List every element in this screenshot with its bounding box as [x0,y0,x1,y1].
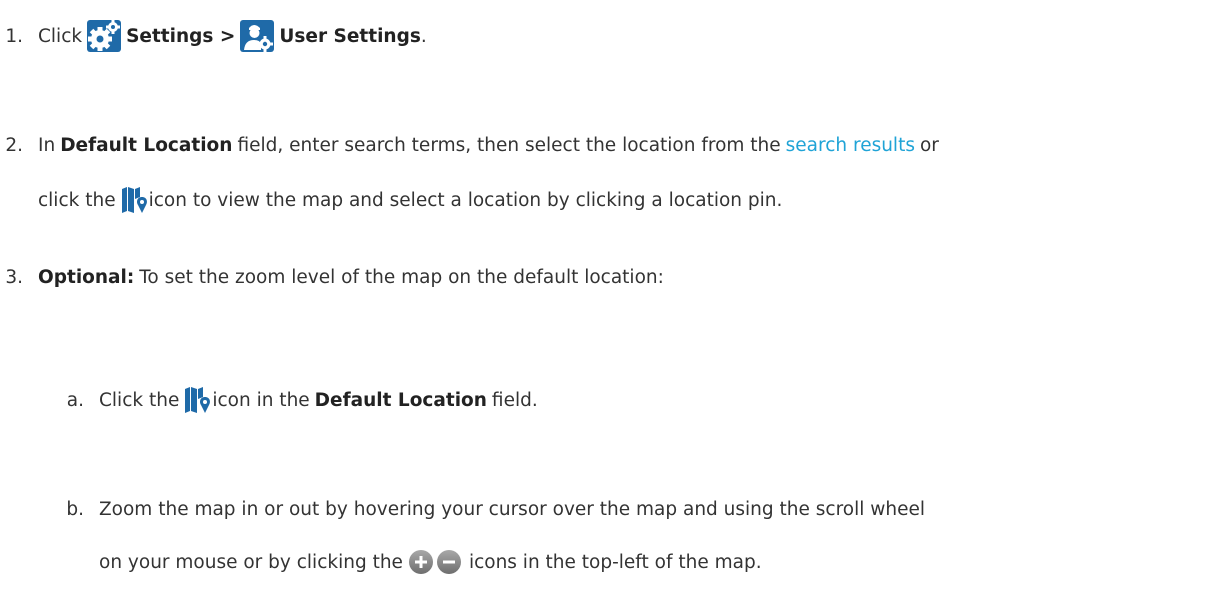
step-number: 1. [5,25,23,47]
zoom-in-out-icon [408,549,464,575]
step-number: 2. [5,134,23,156]
default-location-label: Default Location [314,389,487,411]
substep-b-continued: on your mouse or by clicking the icons i… [99,544,762,580]
substep-text: Click the [99,389,180,411]
step-number: 3. [5,266,23,288]
default-location-label: Default Location [60,134,233,156]
step-3: 3. Optional: To set the zoom level of th… [0,262,664,292]
step-text: To set the zoom level of the map on the … [139,266,664,288]
step-text: field, enter search terms, then select t… [237,134,781,156]
period: . [420,25,427,47]
step-text: click the [38,189,116,211]
user-settings-label: User Settings [279,25,421,47]
substep-a: a. Click the icon in the Default Locatio… [0,382,538,418]
substep-text: icons in the top-left of the map. [468,551,762,573]
substep-letter: a. [66,389,84,411]
map-pin-icon [184,385,212,415]
substep-text: on your mouse or by clicking the [99,551,403,573]
step-text: In [38,134,56,156]
substep-b: b. Zoom the map in or out by hovering yo… [0,494,925,524]
step-2: 2. In Default Location field, enter sear… [0,130,939,160]
step-text: or [919,134,939,156]
substep-text: icon in the [212,389,310,411]
gear-icon [87,20,122,52]
step-2-continued: click the icon to view the map and selec… [38,182,782,218]
step-1: 1. Click Settings > User Settings . [0,16,427,56]
substep-letter: b. [66,498,84,520]
map-pin-icon [121,185,149,215]
step-text: Click [38,25,83,47]
optional-label: Optional: [38,266,135,288]
step-text: icon to view the map and select a locati… [148,189,783,211]
user-gear-icon [240,20,275,52]
substep-text: Zoom the map in or out by hovering your … [99,498,926,520]
substep-text: field. [491,389,538,411]
search-results-link[interactable]: search results [786,135,915,156]
settings-label: Settings > [126,25,236,47]
